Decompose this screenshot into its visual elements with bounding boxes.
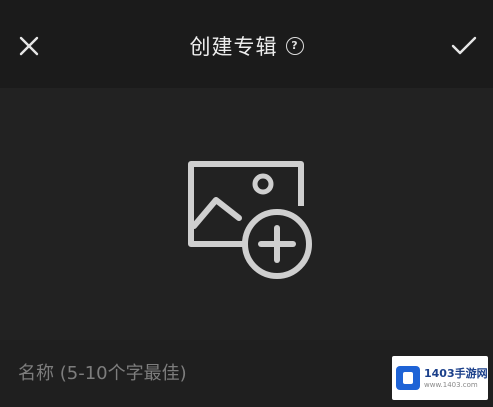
cover-area xyxy=(0,88,493,340)
add-cover-button[interactable] xyxy=(181,156,321,286)
title-group: 创建专辑 ? xyxy=(0,30,493,62)
add-image-icon xyxy=(188,161,312,279)
confirm-button[interactable] xyxy=(446,28,482,64)
question-circle-icon[interactable]: ? xyxy=(285,37,304,55)
watermark-logo: 1403手游网 www.1403.com xyxy=(392,356,488,400)
watermark-main-text: 1403手游网 xyxy=(424,366,488,380)
site-logo-icon xyxy=(396,366,420,390)
page-title: 创建专辑 xyxy=(189,35,278,59)
watermark-text: 1403手游网 www.1403.com xyxy=(424,368,488,389)
checkmark-icon xyxy=(451,36,477,55)
watermark-sub-text: www.1403.com xyxy=(424,380,478,389)
top-bar: 创建专辑 ? xyxy=(0,0,493,88)
create-album-screen: 创建专辑 ? 名称 (5-10个字最佳) 1403手游网 www.1403.co… xyxy=(0,0,493,407)
